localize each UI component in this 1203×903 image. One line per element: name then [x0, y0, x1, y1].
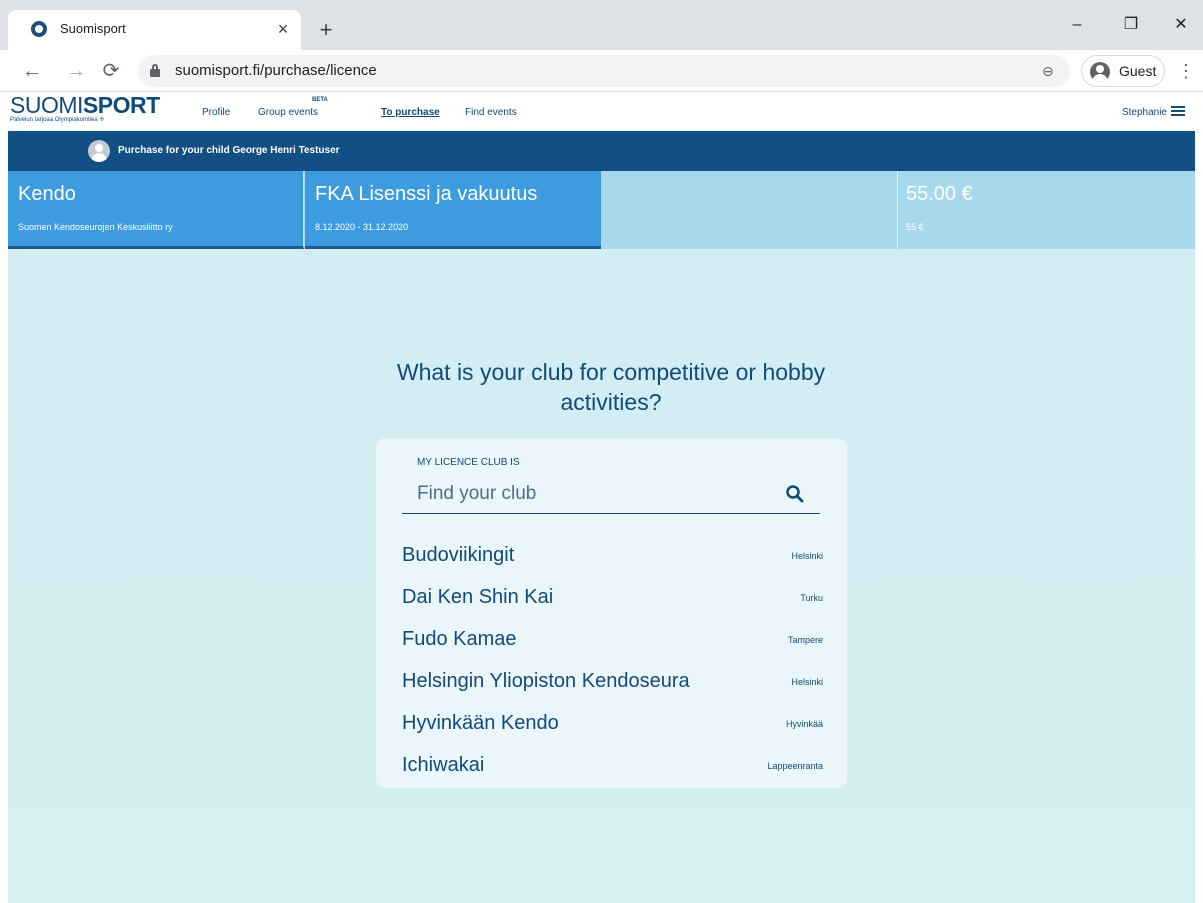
site-header: SUOMISPORT Palvelun tarjoaa Olympiakomit…: [8, 93, 1195, 131]
close-tab-icon[interactable]: ×: [271, 17, 295, 41]
minimize-button[interactable]: –: [1057, 10, 1097, 40]
nav-to-purchase[interactable]: To purchase: [381, 107, 440, 118]
sport-name: Kendo: [18, 183, 76, 205]
licence-name: FKA Lisenssi ja vakuutus: [315, 183, 538, 205]
beta-badge: BETA: [312, 97, 328, 103]
club-city: Hyvinkää: [785, 719, 823, 729]
search-icon[interactable]: [785, 484, 805, 504]
page-content: SUOMISPORT Palvelun tarjoaa Olympiakomit…: [8, 93, 1195, 903]
hamburger-menu-icon[interactable]: [1171, 106, 1185, 117]
club-name: Ichiwakai: [402, 754, 485, 776]
restore-button[interactable]: ❐: [1111, 10, 1151, 40]
reload-button[interactable]: ⟳: [97, 57, 125, 85]
browser-menu-icon[interactable]: ⋮: [1176, 57, 1196, 85]
club-city: Helsinki: [791, 551, 823, 561]
url-text[interactable]: suomisport.fi/purchase/licence: [175, 62, 377, 79]
club-name: Helsingin Yliopiston Kendoseura: [402, 670, 690, 692]
zoom-icon[interactable]: ⊖: [1038, 61, 1058, 81]
new-tab-button[interactable]: +: [312, 16, 340, 44]
child-avatar-icon: [88, 140, 110, 162]
club-item[interactable]: Helsingin Yliopiston Kendoseura Helsinki: [376, 660, 847, 702]
forward-button[interactable]: →: [62, 57, 90, 85]
nav-group-events[interactable]: Group events: [258, 107, 318, 118]
user-name[interactable]: Stephanie: [1122, 107, 1167, 118]
nav-find-events[interactable]: Find events: [465, 107, 517, 118]
club-name: Budoviikingit: [402, 544, 515, 566]
price-total: 55.00 €: [906, 183, 973, 205]
club-city: Turku: [800, 593, 823, 603]
browser-tabstrip: Suomisport × + – ❐ ✕: [0, 0, 1203, 50]
price-panel: 55.00 € 55 €: [897, 171, 1195, 249]
club-selector-card: MY LICENCE CLUB IS Budoviikingit Helsink…: [376, 438, 847, 788]
profile-button[interactable]: Guest: [1081, 55, 1165, 87]
lock-icon: [150, 64, 160, 77]
club-field-label: MY LICENCE CLUB IS: [417, 457, 520, 468]
purchase-summary: Kendo Suomen Kendoseurojen Keskusliitto …: [8, 171, 1195, 249]
child-purchase-bar: Purchase for your child George Henri Tes…: [8, 131, 1195, 171]
window-close-button[interactable]: ✕: [1161, 10, 1201, 40]
licence-panel[interactable]: FKA Lisenssi ja vakuutus 8.12.2020 - 31.…: [305, 171, 601, 249]
club-item[interactable]: Fudo Kamae Tampere: [376, 618, 847, 660]
club-question-heading: What is your club for competitive or hob…: [396, 359, 826, 415]
address-bar[interactable]: suomisport.fi/purchase/licence ⊖: [138, 55, 1070, 87]
suomisport-logo[interactable]: SUOMISPORT Palvelun tarjoaa Olympiakomit…: [10, 93, 160, 123]
logo-text-bold: SPORT: [82, 92, 160, 118]
club-name: Fudo Kamae: [402, 628, 517, 650]
browser-toolbar: ← → ⟳ suomisport.fi/purchase/licence ⊖ G…: [0, 50, 1203, 92]
club-item[interactable]: Hyvinkään Kendo Hyvinkää: [376, 702, 847, 744]
nav-profile[interactable]: Profile: [202, 107, 230, 118]
club-name: Hyvinkään Kendo: [402, 712, 559, 734]
federation-name: Suomen Kendoseurojen Keskusliitto ry: [18, 222, 173, 232]
club-search-input[interactable]: [402, 474, 820, 514]
price-detail: 55 €: [906, 222, 924, 232]
club-name: Dai Ken Shin Kai: [402, 586, 554, 608]
club-city: Helsinki: [791, 677, 823, 687]
licence-period: 8.12.2020 - 31.12.2020: [315, 222, 409, 232]
club-city: Tampere: [787, 635, 823, 645]
guest-avatar-icon: [1090, 62, 1110, 82]
club-item[interactable]: Dai Ken Shin Kai Turku: [376, 576, 847, 618]
browser-tab[interactable]: Suomisport ×: [8, 10, 301, 50]
profile-label: Guest: [1119, 63, 1157, 79]
suomisport-favicon-icon: [31, 21, 47, 37]
tab-title: Suomisport: [60, 21, 126, 36]
logo-text-light: SUOMI: [10, 92, 83, 118]
child-purchase-text: Purchase for your child George Henri Tes…: [118, 145, 340, 156]
club-item[interactable]: Ichiwakai Lappeenranta: [376, 744, 847, 786]
sport-panel[interactable]: Kendo Suomen Kendoseurojen Keskusliitto …: [8, 171, 304, 249]
club-city: Lappeenranta: [767, 761, 823, 771]
club-item[interactable]: Budoviikingit Helsinki: [376, 534, 847, 576]
back-button[interactable]: ←: [18, 57, 46, 85]
